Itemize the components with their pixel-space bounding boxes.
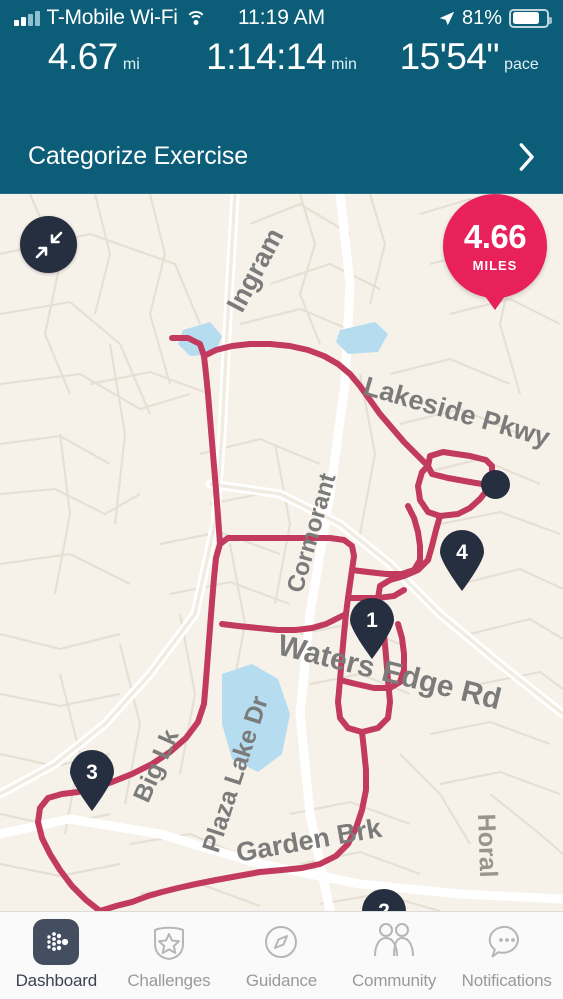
collapse-arrows-icon	[34, 230, 64, 260]
people-icon	[369, 920, 419, 964]
stat-distance: 4.67 mi	[0, 36, 188, 78]
status-bar-right: 81%	[438, 7, 549, 30]
tab-community[interactable]: Community	[338, 912, 451, 999]
bottom-tab-bar: Dashboard Challenges Guidance	[0, 911, 563, 999]
star-shield-icon	[148, 920, 190, 964]
stat-pace-value: 15'54"	[400, 36, 500, 78]
location-arrow-icon	[438, 10, 455, 27]
status-bar: T-Mobile Wi-Fi 11:19 AM 81%	[0, 0, 563, 36]
app-root: T-Mobile Wi-Fi 11:19 AM 81% 4.67 mi 1:14…	[0, 0, 563, 999]
battery-icon	[509, 9, 549, 28]
stat-pace-unit: pace	[504, 56, 539, 74]
mile-marker-2[interactable]: 2	[360, 889, 408, 911]
tab-notifications[interactable]: Notifications	[450, 912, 563, 999]
battery-percent-label: 81%	[462, 7, 502, 30]
mile-marker-4[interactable]: 4	[438, 530, 486, 592]
stat-duration: 1:14:14 min	[188, 36, 376, 78]
tab-notifications-label: Notifications	[462, 971, 552, 991]
exercise-header: T-Mobile Wi-Fi 11:19 AM 81% 4.67 mi 1:14…	[0, 0, 563, 194]
mile-marker-1-label: 1	[348, 609, 396, 633]
street-label-horal: Horal	[472, 813, 502, 878]
distance-badge[interactable]: 4.66 MILES	[443, 194, 547, 298]
tab-dashboard[interactable]: Dashboard	[0, 912, 113, 999]
chat-bubble-icon	[486, 920, 528, 964]
mile-marker-3[interactable]: 3	[68, 750, 116, 812]
stat-duration-unit: min	[331, 56, 357, 74]
mile-marker-2-label: 2	[360, 900, 408, 911]
tab-guidance-label: Guidance	[246, 971, 317, 991]
distance-badge-value: 4.66	[464, 220, 526, 253]
categorize-exercise-label: Categorize Exercise	[28, 142, 248, 171]
mile-marker-1[interactable]: 1	[348, 598, 396, 660]
stat-distance-value: 4.67	[48, 36, 118, 78]
tab-community-label: Community	[352, 971, 436, 991]
categorize-exercise-row[interactable]: Categorize Exercise	[0, 120, 563, 194]
distance-badge-label: MILES	[473, 258, 518, 273]
tab-dashboard-label: Dashboard	[16, 971, 97, 991]
tab-challenges[interactable]: Challenges	[113, 912, 226, 999]
compass-icon	[260, 920, 302, 964]
exercise-stats: 4.67 mi 1:14:14 min 15'54" pace	[0, 36, 563, 98]
stat-pace: 15'54" pace	[375, 36, 563, 78]
mile-marker-3-label: 3	[68, 761, 116, 785]
tab-challenges-label: Challenges	[127, 971, 210, 991]
tab-guidance[interactable]: Guidance	[225, 912, 338, 999]
stat-duration-value: 1:14:14	[206, 36, 326, 78]
fitbit-dots-icon	[33, 920, 79, 964]
mile-marker-4-label: 4	[438, 541, 486, 565]
stat-distance-unit: mi	[123, 56, 140, 74]
chevron-right-icon	[519, 143, 535, 171]
route-end-point	[481, 470, 510, 499]
collapse-map-button[interactable]	[20, 216, 77, 273]
route-map[interactable]: Ingram Lakeside Pkwy Cormorant Waters Ed…	[0, 194, 563, 911]
